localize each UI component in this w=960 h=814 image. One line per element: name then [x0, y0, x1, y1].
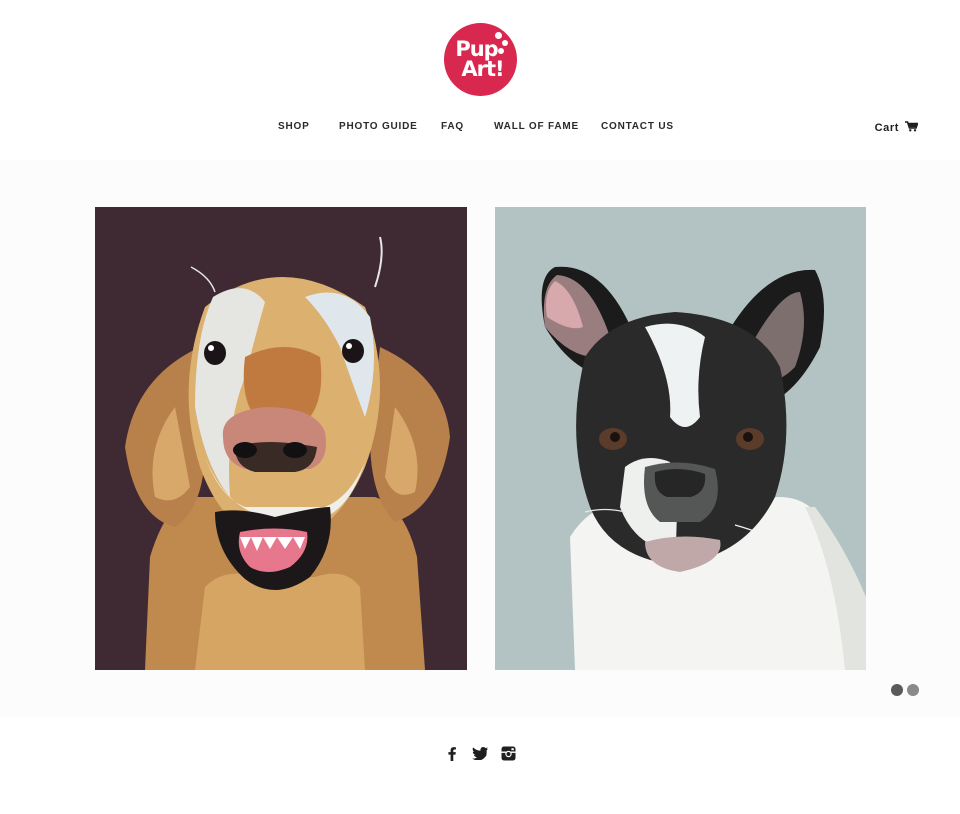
- slider-dot-2[interactable]: [907, 684, 919, 696]
- french-bulldog-illustration: [495, 207, 866, 670]
- social-links: [444, 745, 516, 761]
- golden-retriever-illustration: [95, 207, 467, 670]
- facebook-icon[interactable]: [444, 745, 460, 761]
- twitter-icon[interactable]: [472, 745, 488, 761]
- nav-contact-us[interactable]: CONTACT US: [601, 121, 674, 132]
- pupart-logo[interactable]: Pup Art!: [444, 23, 517, 96]
- logo-dots: [493, 32, 509, 58]
- instagram-icon[interactable]: [500, 745, 516, 761]
- nav-wall-of-fame[interactable]: WALL OF FAME: [494, 121, 579, 132]
- main-nav: SHOP PHOTO GUIDE FAQ WALL OF FAME CONTAC…: [0, 121, 960, 137]
- nav-photo-guide[interactable]: PHOTO GUIDE: [339, 121, 418, 132]
- cart-icon: [905, 121, 919, 135]
- slider-dot-1[interactable]: [891, 684, 903, 696]
- nav-shop[interactable]: SHOP: [278, 121, 310, 132]
- cart-link[interactable]: Cart: [874, 121, 919, 135]
- slide-golden-retriever[interactable]: [95, 207, 467, 670]
- nav-faq[interactable]: FAQ: [441, 121, 464, 132]
- slider-pagination: [891, 684, 919, 696]
- slide-french-bulldog[interactable]: [495, 207, 866, 670]
- logo-text-line2: Art!: [461, 56, 504, 81]
- hero-slider[interactable]: [0, 160, 960, 717]
- site-header: Pup Art! SHOP PHOTO GUIDE FAQ WALL OF FA…: [0, 0, 960, 160]
- cart-label: Cart: [874, 122, 899, 134]
